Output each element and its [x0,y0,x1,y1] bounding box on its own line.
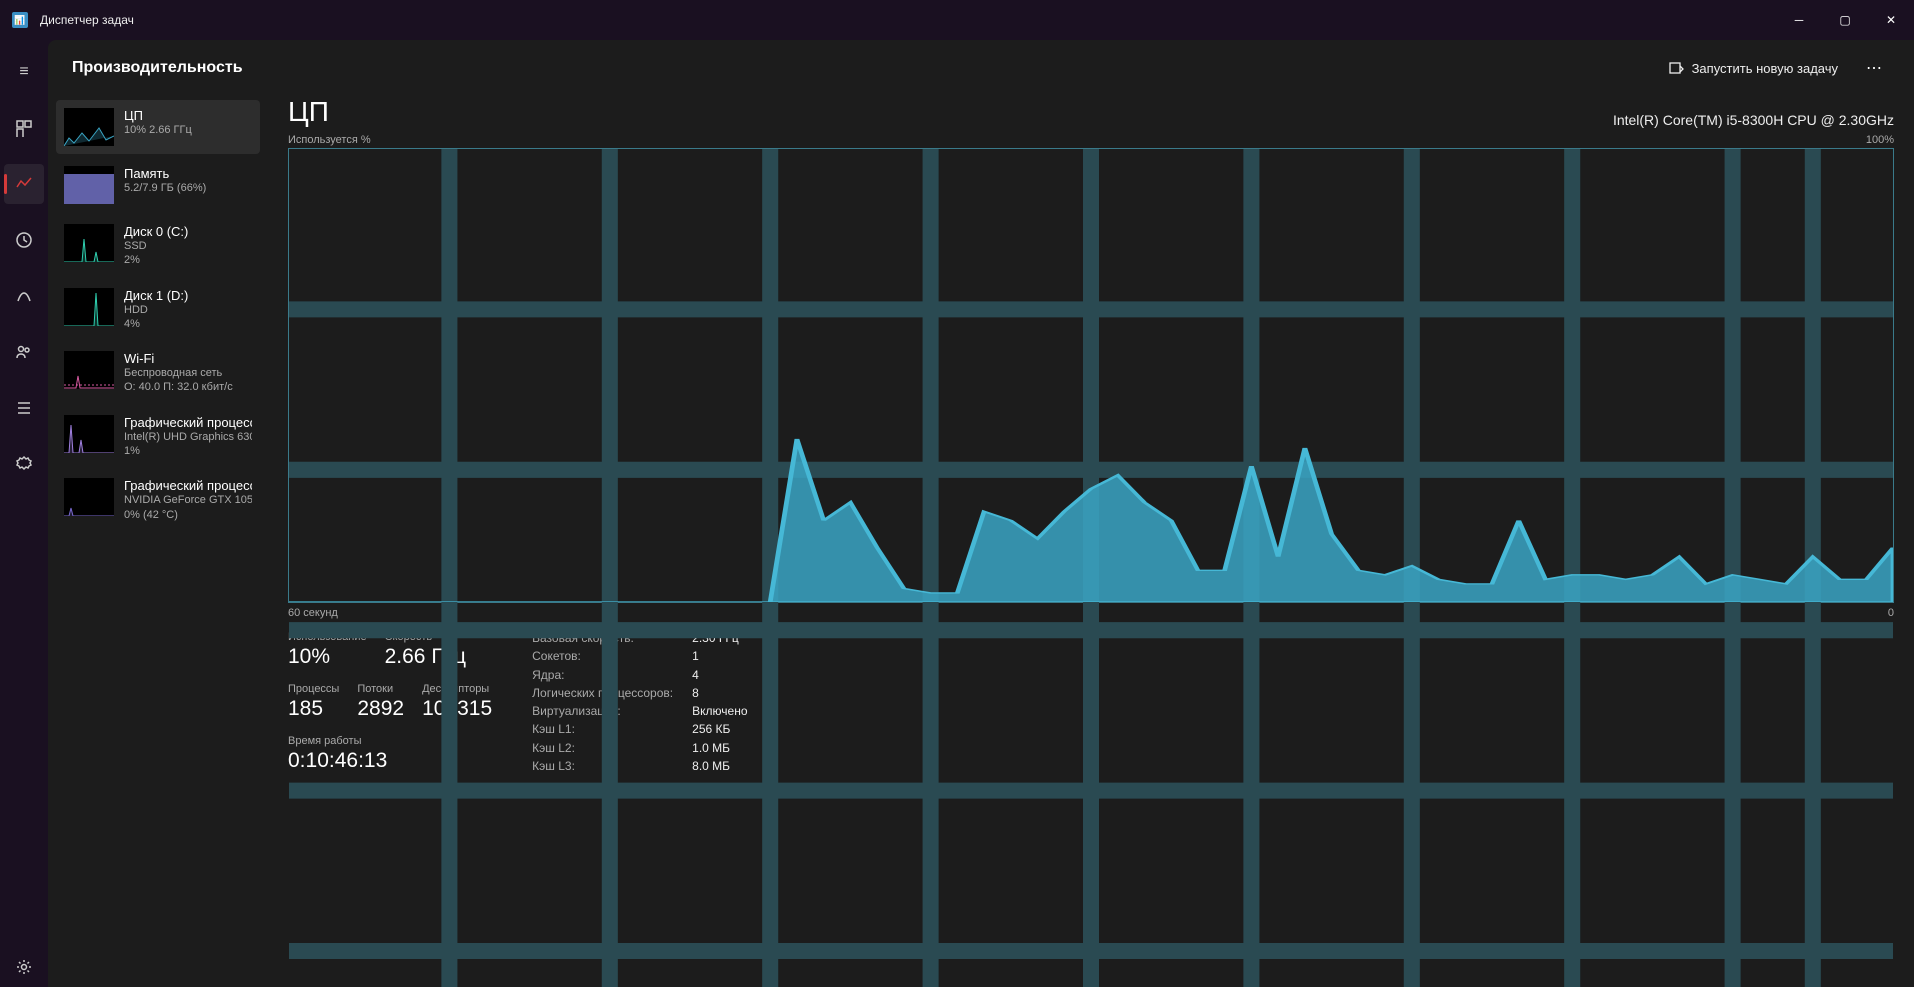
resource-sub2: 4% [124,317,188,331]
chart-area [289,149,1893,602]
resource-list: ЦП10% 2.66 ГГцПамять5.2/7.9 ГБ (66%)Диск… [48,96,268,987]
resource-sub2: 1% [124,444,252,458]
thumb-chart [64,415,114,453]
window-title: Диспетчер задач [40,13,134,27]
cpu-model: Intel(R) Core(TM) i5-8300H CPU @ 2.30GHz [1613,112,1894,128]
thumb-chart [64,478,114,516]
hamburger-icon[interactable]: ≡ [4,52,44,92]
max-axis-label: 100% [1866,134,1894,146]
app-icon: 📊 [12,12,28,28]
cpu-chart[interactable] [288,148,1894,603]
resource-sub1: Беспроводная сеть [124,366,233,380]
nav-processes[interactable] [4,108,44,148]
nav-users[interactable] [4,332,44,372]
resource-sub1: NVIDIA GeForce GTX 1050 [124,493,252,507]
resource-sub2: О: 40.0 П: 32.0 кбит/с [124,380,233,394]
close-button[interactable]: ✕ [1868,0,1914,40]
resource-sub1: 10% 2.66 ГГц [124,123,192,137]
resource-title: Диск 0 (C:) [124,224,188,239]
nav-history[interactable] [4,220,44,260]
resource-title: Графический процессор 0 [124,415,252,430]
resource-title: ЦП [124,108,192,123]
resource-sub1: Intel(R) UHD Graphics 630 [124,430,252,444]
resource-title: Графический процессор 1 [124,478,252,493]
thumb-chart [64,166,114,204]
resource-sub2: 2% [124,253,188,267]
nav-details[interactable] [4,388,44,428]
thumb-chart [64,351,114,389]
usage-axis-label: Используется % [288,134,371,146]
thumb-chart [64,108,114,146]
nav-performance[interactable] [4,164,44,204]
more-button[interactable]: ⋯ [1858,52,1890,84]
minimize-button[interactable]: ─ [1776,0,1822,40]
resource-item-6[interactable]: Графический процессор 1NVIDIA GeForce GT… [56,470,260,530]
resource-sub1: 5.2/7.9 ГБ (66%) [124,181,206,195]
detail-panel: ЦП Intel(R) Core(TM) i5-8300H CPU @ 2.30… [268,96,1914,987]
resource-item-5[interactable]: Графический процессор 0Intel(R) UHD Grap… [56,407,260,467]
nav-services[interactable] [4,444,44,484]
content-header: Производительность Запустить новую задач… [48,40,1914,96]
resource-item-0[interactable]: ЦП10% 2.66 ГГц [56,100,260,154]
window-controls: ─ ▢ ✕ [1776,0,1914,40]
resource-item-1[interactable]: Память5.2/7.9 ГБ (66%) [56,158,260,212]
resource-sub1: SSD [124,239,188,253]
nav-rail: ≡ [0,40,48,987]
resource-title: Память [124,166,206,181]
page-title: Производительность [72,59,243,77]
resource-sub2: 0% (42 °C) [124,508,252,522]
resource-item-3[interactable]: Диск 1 (D:)HDD4% [56,280,260,340]
resource-title: Wi-Fi [124,351,233,366]
nav-startup[interactable] [4,276,44,316]
resource-sub1: HDD [124,303,188,317]
resource-item-4[interactable]: Wi-FiБеспроводная сетьО: 40.0 П: 32.0 кб… [56,343,260,403]
new-task-button[interactable]: Запустить новую задачу [1656,54,1850,82]
titlebar: 📊 Диспетчер задач ─ ▢ ✕ [0,0,1914,40]
resource-title: Диск 1 (D:) [124,288,188,303]
new-task-label: Запустить новую задачу [1692,61,1838,76]
run-icon [1668,60,1684,76]
resource-item-2[interactable]: Диск 0 (C:)SSD2% [56,216,260,276]
detail-title: ЦП [288,96,329,128]
maximize-button[interactable]: ▢ [1822,0,1868,40]
settings-icon[interactable] [4,947,44,987]
thumb-chart [64,224,114,262]
thumb-chart [64,288,114,326]
